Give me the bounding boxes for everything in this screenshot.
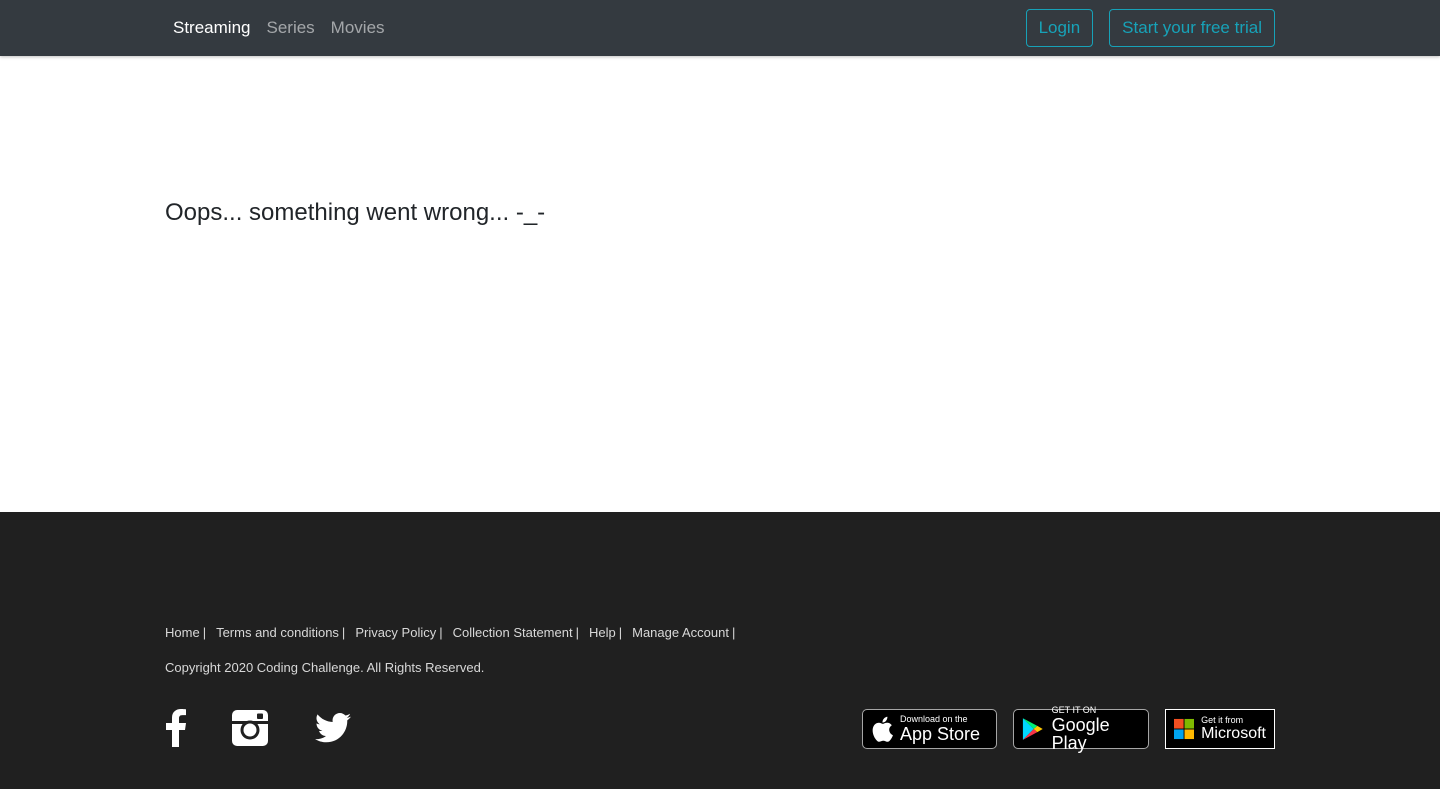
microsoft-icon xyxy=(1174,718,1195,740)
instagram-icon[interactable] xyxy=(232,710,268,746)
app-store-big-text: App Store xyxy=(900,724,981,744)
footer-separator: | xyxy=(439,625,443,640)
microsoft-store-badge[interactable]: Get it from Microsoft xyxy=(1165,709,1275,749)
footer-separator: | xyxy=(575,625,579,640)
footer-link-manage-account[interactable]: Manage Account xyxy=(632,625,729,640)
login-button[interactable]: Login xyxy=(1025,9,1094,47)
footer-separator: | xyxy=(341,625,346,640)
facebook-icon[interactable] xyxy=(165,709,187,747)
footer-link-collection[interactable]: Collection Statement xyxy=(453,625,573,640)
microsoft-store-small-text: Get it from xyxy=(1201,715,1244,725)
free-trial-button[interactable]: Start your free trial xyxy=(1109,9,1275,47)
store-badges: Download on the App Store GET IT ON Goog… xyxy=(862,705,1275,753)
nav-links: Streaming Series Movies xyxy=(173,0,401,56)
microsoft-store-text: Get it from Microsoft xyxy=(1201,716,1266,742)
app-store-badge[interactable]: Download on the App Store xyxy=(862,709,997,749)
app-store-text: Download on the App Store xyxy=(900,714,981,744)
google-play-small-text: GET IT ON xyxy=(1051,705,1097,715)
google-play-text: GET IT ON Google Play xyxy=(1051,705,1140,753)
footer-separator: | xyxy=(618,625,623,640)
footer-separator: | xyxy=(731,625,736,640)
footer-link-help[interactable]: Help xyxy=(589,625,616,640)
microsoft-store-big-text: Microsoft xyxy=(1201,725,1266,742)
google-play-badge[interactable]: GET IT ON Google Play xyxy=(1013,705,1149,753)
footer-link-privacy[interactable]: Privacy Policy xyxy=(355,625,436,640)
error-message: Oops... something went wrong... -_- xyxy=(165,199,546,226)
footer-separator: | xyxy=(202,625,207,640)
footer: Home | Terms and conditions | Privacy Po… xyxy=(0,512,1440,789)
footer-links: Home | Terms and conditions | Privacy Po… xyxy=(165,625,745,640)
apple-icon xyxy=(872,716,893,742)
google-play-big-text: Google Play xyxy=(1051,715,1110,753)
nav-brand-streaming[interactable]: Streaming xyxy=(173,18,250,38)
nav-actions: Login Start your free trial xyxy=(1025,9,1275,47)
nav-link-movies[interactable]: Movies xyxy=(331,18,385,38)
navbar: Streaming Series Movies Login Start your… xyxy=(0,0,1440,56)
app-store-small-text: Download on the xyxy=(900,714,968,724)
google-play-icon xyxy=(1022,718,1043,740)
twitter-icon[interactable] xyxy=(315,713,351,743)
footer-link-terms[interactable]: Terms and conditions xyxy=(216,625,339,640)
copyright-text: Copyright 2020 Coding Challenge. All Rig… xyxy=(165,660,485,675)
nav-link-series[interactable]: Series xyxy=(266,18,314,38)
footer-link-home[interactable]: Home xyxy=(165,625,200,640)
social-links xyxy=(165,709,351,747)
